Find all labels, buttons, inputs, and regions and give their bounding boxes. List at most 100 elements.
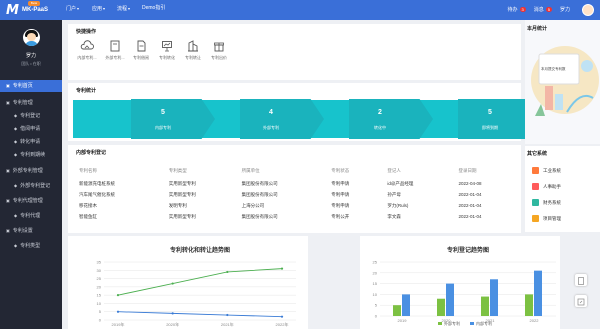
sidebar-item[interactable]: ◆ 转化申请 — [0, 136, 62, 148]
x-tick-label: 2021年 — [221, 321, 234, 327]
y-tick-label: 5 — [375, 303, 378, 308]
column-header[interactable]: 专利类型 — [163, 163, 236, 178]
system-link[interactable]: 人事助手 — [532, 183, 561, 190]
sidebar-item[interactable]: ▣ 专利管理 — [0, 97, 62, 109]
table-cell: 2022-01-04 — [458, 192, 482, 197]
table-cell: 专利公开 — [331, 213, 350, 219]
avatar[interactable] — [582, 4, 594, 16]
column-header[interactable]: 登录日期 — [453, 163, 519, 178]
y-tick-label: 20 — [373, 270, 378, 275]
sidebar-item[interactable]: ▣ 专利设置 — [0, 225, 62, 237]
sidebar-item-label: 专利代理管理 — [12, 198, 43, 204]
bar[interactable] — [446, 283, 454, 316]
sidebar-item[interactable]: ◆ 借阅申请 — [0, 123, 62, 135]
folder-icon: ▣ — [6, 83, 10, 88]
quick-action-internal-patent[interactable]: 内部专利... — [72, 39, 102, 61]
table-cell: 2022-01-04 — [458, 203, 482, 208]
gift-icon — [214, 42, 224, 52]
folder-icon: ▣ — [6, 198, 10, 203]
table-row[interactable]: 汽车尾气催化系统 实用新型专利 集团股份有限公司 专利申请 孙产母 2022-01-04 — [73, 189, 518, 200]
app-icon — [532, 215, 539, 222]
data-point[interactable] — [226, 313, 229, 317]
table-cell: 集团股份有限公司 — [241, 191, 278, 197]
nav-workflow[interactable]: 流程▾ — [117, 5, 130, 13]
sidebar-item[interactable]: ◆ 专利到期续 — [0, 149, 62, 161]
table-cell: 智能鱼缸 — [79, 213, 97, 219]
document-icon — [137, 40, 146, 52]
floating-notes-button[interactable] — [575, 295, 587, 307]
table-row[interactable]: 智能鱼缸 实用新型专利 集团股份有限公司 专利公开 李文森 2022-01-04 — [73, 211, 518, 222]
nav-portal[interactable]: 门户▾ — [66, 5, 79, 13]
systems-title: 其它系统 — [527, 151, 548, 157]
stat-converting: 2 转化中 — [374, 109, 386, 130]
table-cell: 2022-01-04 — [458, 214, 482, 219]
system-link[interactable]: 项目管理 — [532, 215, 561, 222]
sidebar-item[interactable]: ◆ 专利类型 — [0, 240, 62, 252]
nav-apps[interactable]: 应用▾ — [92, 5, 105, 13]
top-user-name[interactable]: 罗力 — [560, 6, 570, 13]
floating-help-button[interactable] — [575, 274, 587, 286]
nav-demo-guide[interactable]: Demo指引 — [142, 5, 165, 12]
dot-icon: ◆ — [14, 183, 18, 188]
bar[interactable] — [490, 279, 498, 316]
y-tick-label: 5 — [99, 309, 102, 314]
legend-label[interactable]: 外部专利 — [444, 320, 460, 326]
legend-label[interactable]: 内部专利 — [476, 320, 492, 326]
sidebar-item-label: 专利设置 — [12, 228, 33, 234]
table-row[interactable]: 新能源充电桩系统 实用新型专利 集团股份有限公司 专利申请 id@产品经理 2022-04… — [73, 178, 518, 189]
folder-icon: ▣ — [6, 168, 10, 173]
patent-table: 专利名称 专利类型 所属单位 专利状态 登记人 登录日期 新能源充电桩系统 实用新型专利 集团… — [73, 163, 518, 222]
table-row[interactable]: 移花接木 发明专利 上海分公司 专利申请 罗力(Ruls) 2022-01-04 — [73, 200, 518, 211]
sidebar-item-label: 专利首页 — [12, 83, 33, 89]
avatar[interactable] — [23, 29, 40, 46]
data-point[interactable] — [280, 267, 284, 270]
table-cell: 新能源充电桩系统 — [79, 180, 115, 186]
folder-icon: ▣ — [6, 228, 10, 233]
data-point[interactable] — [116, 310, 120, 313]
series-line — [117, 268, 283, 296]
sidebar-user-status: 团队 • 在职 — [21, 61, 41, 66]
column-header[interactable]: 专利名称 — [73, 163, 163, 178]
sidebar-item[interactable]: ▣ 专利代理管理 — [0, 195, 62, 207]
message-link[interactable]: 消息 5 — [534, 6, 552, 13]
data-point[interactable] — [171, 282, 174, 285]
todo-link[interactable]: 待办 3 — [507, 6, 526, 13]
bar[interactable] — [437, 298, 445, 316]
cloud-icon — [80, 40, 94, 50]
sidebar-item-label: 专利类型 — [20, 243, 41, 249]
sidebar-item[interactable]: ◆ 专利登记 — [0, 110, 62, 122]
sidebar-item[interactable]: ▣ 外部专利管理 — [0, 165, 62, 177]
system-link[interactable]: 财务系统 — [532, 199, 561, 206]
bar[interactable] — [393, 305, 401, 316]
presentation-icon — [162, 41, 172, 52]
column-header[interactable]: 登记人 — [381, 163, 452, 178]
chevron-down-icon: ▾ — [128, 6, 131, 11]
table-cell: 移花接木 — [79, 202, 97, 208]
bar[interactable] — [402, 294, 410, 316]
transform-chart-card: 专利转化和转让趋势图 0 5 10 15 20 25 30 35 2019年 2020年 2021年 2… — [68, 236, 308, 329]
data-point[interactable] — [116, 294, 120, 297]
patent-table-title: 内部专利登记 — [76, 150, 107, 156]
x-tick-label: 2020年 — [166, 321, 179, 327]
system-link[interactable]: 工业系统 — [532, 167, 561, 174]
x-tick-label: 2022 — [530, 318, 540, 323]
logo-icon[interactable]: M — [6, 3, 19, 18]
bar[interactable] — [525, 294, 533, 316]
data-point[interactable] — [171, 312, 174, 315]
table-cell: 专利申请 — [331, 180, 350, 186]
data-point[interactable] — [280, 315, 284, 318]
quick-action-bid[interactable]: 专利出价 — [204, 39, 234, 61]
column-header[interactable]: 专利状态 — [325, 163, 381, 178]
building-icon — [188, 40, 198, 52]
data-point[interactable] — [226, 270, 229, 274]
column-header[interactable]: 所属单位 — [236, 163, 326, 178]
sidebar-item[interactable]: ▣ 专利首页 — [0, 80, 62, 92]
y-tick-label: 15 — [373, 281, 378, 286]
bar[interactable] — [481, 296, 489, 316]
register-chart-card: 专利登记趋势图 0 5 10 15 20 25 2019 2020 2021 2022 外部专利 内部专… — [360, 236, 560, 329]
sidebar-item[interactable]: ◆ 外部专利登记 — [0, 180, 62, 192]
sidebar-item[interactable]: ◆ 专利代理 — [0, 210, 62, 222]
dot-icon: ◆ — [14, 126, 18, 131]
bar[interactable] — [534, 270, 542, 316]
todo-badge: 3 — [519, 7, 526, 12]
